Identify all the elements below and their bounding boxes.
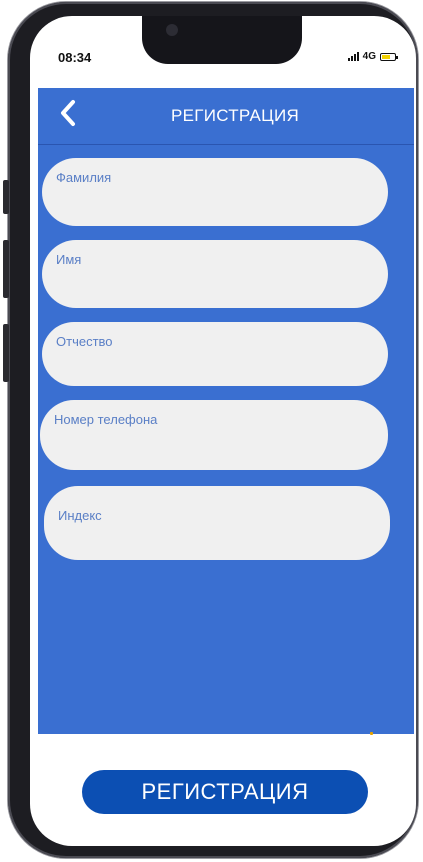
side-button-mute bbox=[3, 180, 9, 214]
patronymic-field[interactable]: Отчество bbox=[42, 322, 388, 386]
signal-icon bbox=[347, 52, 359, 61]
camera-icon bbox=[166, 24, 178, 36]
status-time: 08:34 bbox=[58, 50, 92, 65]
first-name-field[interactable]: Имя bbox=[42, 240, 388, 308]
phone-number-label: Номер телефона bbox=[54, 412, 158, 427]
side-button-volume-down bbox=[3, 324, 9, 382]
postal-code-field[interactable]: Индекс bbox=[44, 486, 390, 560]
decorative-dot bbox=[370, 732, 373, 735]
page-title: РЕГИСТРАЦИЯ bbox=[170, 106, 300, 125]
registration-panel: РЕГИСТРАЦИЯ Фамилия Имя Отчество Номер т… bbox=[38, 88, 414, 734]
last-name-label: Фамилия bbox=[56, 170, 112, 185]
side-button-volume-up bbox=[3, 240, 9, 298]
phone-frame: 08:34 4G РЕГИСТРАЦИЯ Фамилия Имя Отчеств… bbox=[3, 2, 418, 858]
phone-number-field[interactable]: Номер телефона bbox=[40, 400, 388, 470]
app-header: РЕГИСТРАЦИЯ bbox=[38, 88, 414, 145]
first-name-label: Имя bbox=[56, 252, 82, 267]
status-icons: 4G bbox=[347, 51, 398, 62]
patronymic-label: Отчество bbox=[56, 334, 113, 349]
network-label: 4G bbox=[362, 51, 376, 62]
phone-screen: 08:34 4G РЕГИСТРАЦИЯ Фамилия Имя Отчеств… bbox=[30, 16, 416, 846]
battery-level bbox=[382, 54, 391, 59]
notch bbox=[142, 16, 302, 64]
postal-code-label: Индекс bbox=[58, 508, 102, 523]
battery-icon bbox=[380, 52, 398, 61]
register-button[interactable]: РЕГИСТРАЦИЯ bbox=[82, 770, 368, 814]
last-name-field[interactable]: Фамилия bbox=[42, 158, 388, 226]
